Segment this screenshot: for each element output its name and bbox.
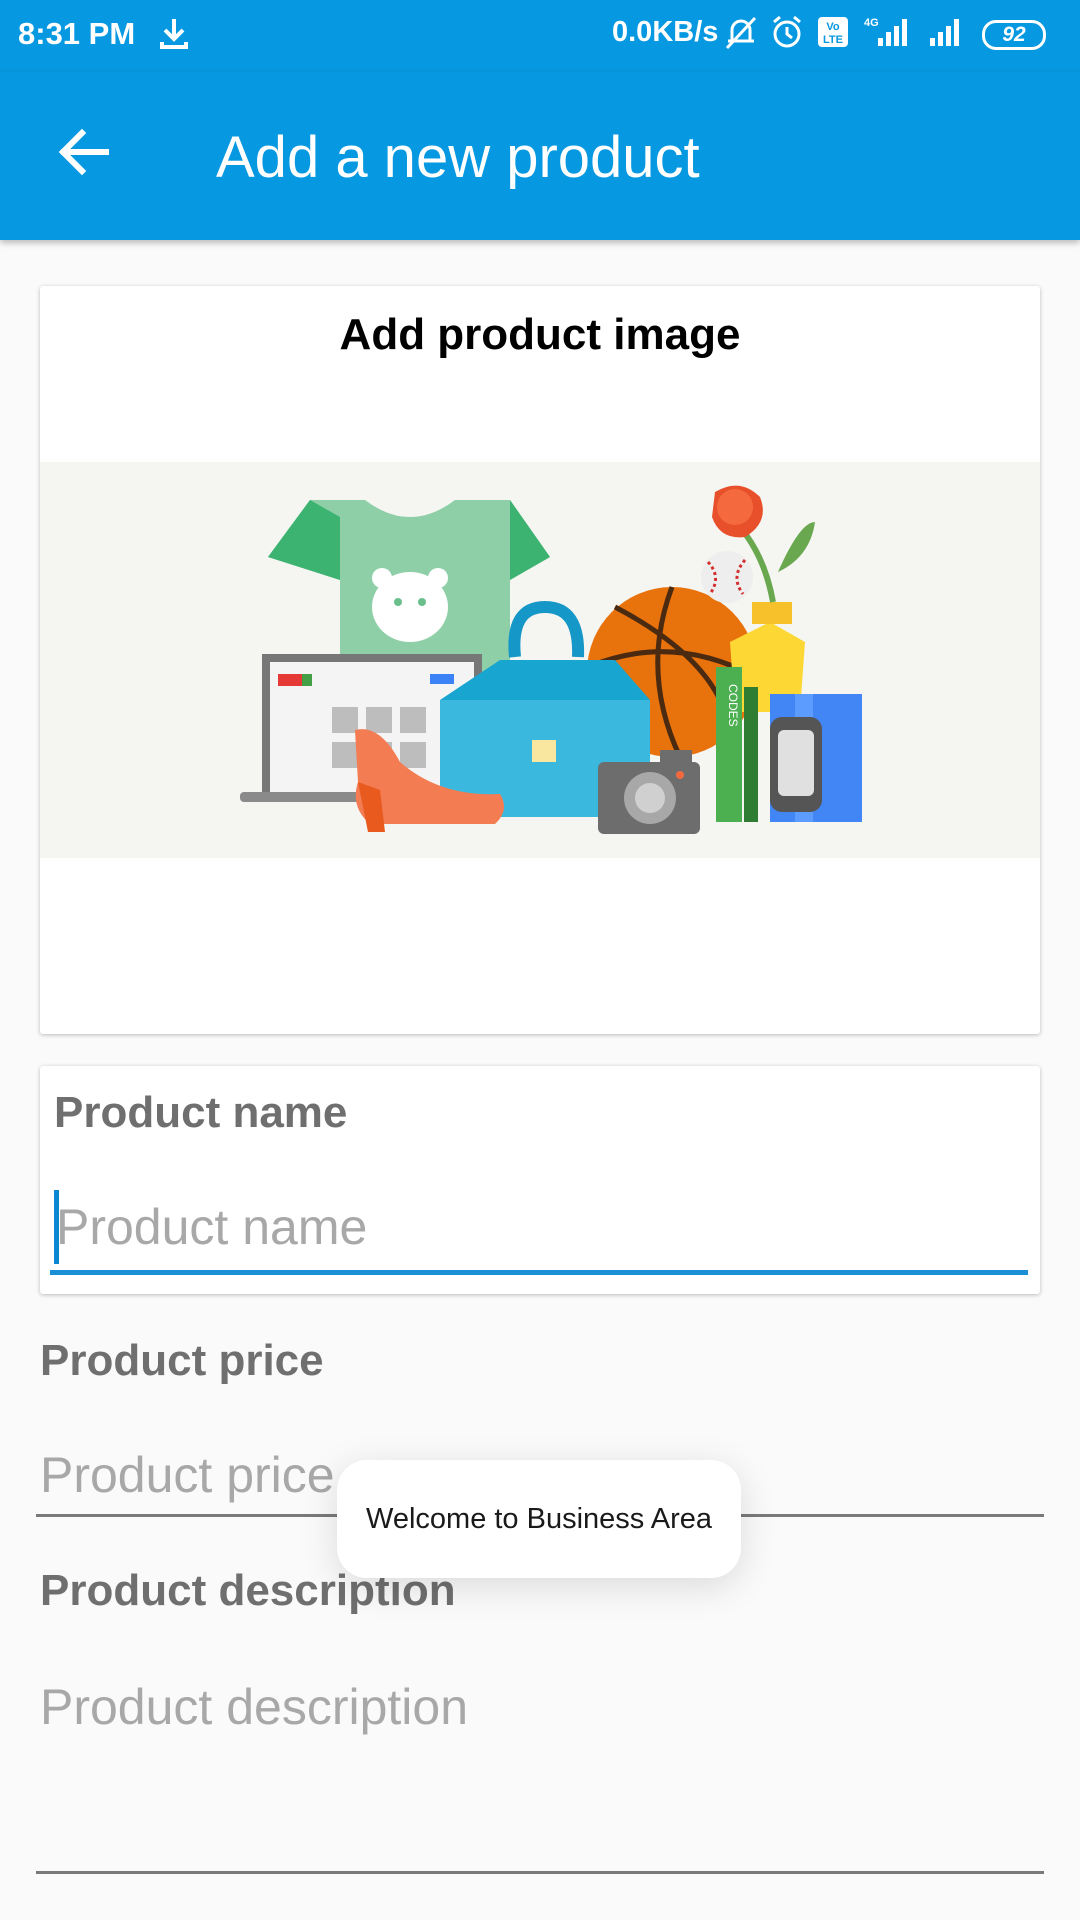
product-name-underline: [50, 1270, 1028, 1275]
arrow-back-icon[interactable]: [52, 120, 116, 184]
product-description-underline: [36, 1871, 1044, 1874]
toast-text: Welcome to Business Area: [365, 1502, 713, 1535]
signal-icon: [928, 14, 970, 55]
mute-bell-icon: [724, 14, 758, 55]
product-image-placeholder[interactable]: CODES: [40, 462, 1040, 858]
svg-text:Vo: Vo: [826, 21, 840, 33]
signal-4g-icon: 4G: [862, 14, 916, 55]
battery-indicator: 92: [982, 19, 1046, 50]
product-name-card: Product name Product name: [40, 1066, 1040, 1294]
product-price-label: Product price: [40, 1336, 324, 1385]
page-title: Add a new product: [216, 125, 700, 190]
volte-icon: Vo LTE: [816, 15, 850, 54]
svg-text:LTE: LTE: [823, 34, 843, 46]
alarm-icon: [770, 14, 804, 55]
product-name-input[interactable]: Product name: [56, 1198, 367, 1256]
product-description-input[interactable]: Product description: [40, 1678, 468, 1736]
svg-text:4G: 4G: [864, 17, 879, 29]
shopping-items-illustration: CODES: [240, 485, 862, 834]
app-bar: Add a new product: [0, 72, 1080, 240]
product-image-card[interactable]: Add product image CODES: [40, 286, 1040, 1034]
status-time: 8:31 PM: [18, 16, 136, 51]
product-name-label: Product name: [54, 1088, 348, 1137]
network-speed: 0.0KB/s: [612, 16, 719, 48]
status-bar: 8:31 PM 0.0KB/s Vo LTE 4G 92: [0, 0, 1080, 72]
svg-text:CODES: CODES: [726, 684, 740, 727]
product-price-input[interactable]: Product price: [40, 1446, 335, 1504]
download-icon: [158, 16, 190, 57]
toast-message: Welcome to Business Area: [337, 1460, 741, 1578]
image-card-title: Add product image: [339, 310, 741, 359]
